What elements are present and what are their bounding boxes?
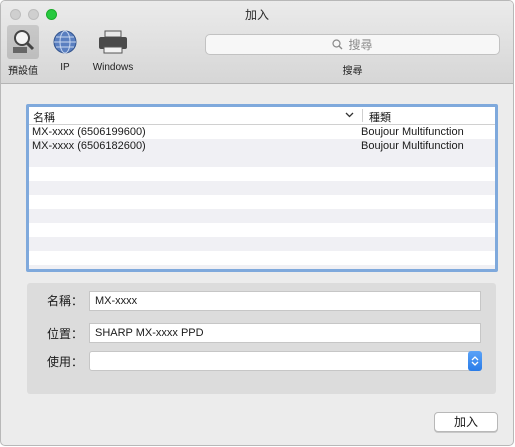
- name-label: 名稱：: [46, 294, 83, 308]
- printer-kind-cell: Boujour Multifunction: [361, 126, 464, 138]
- add-printer-window: 加入 預設值 IP Windows 搜尋 搜尋 名稱 種類 MX-xxxx (6…: [0, 0, 514, 446]
- table-row[interactable]: MX-xxxx (6506199600) Boujour Multifuncti…: [29, 125, 495, 139]
- search-placeholder: 搜尋: [348, 38, 373, 52]
- use-label: 使用：: [46, 355, 83, 369]
- add-button[interactable]: 加入: [434, 412, 498, 432]
- tab-ip[interactable]: IP: [49, 25, 81, 73]
- tab-ip-label: IP: [60, 62, 70, 73]
- column-divider[interactable]: [362, 109, 363, 122]
- location-label: 位置：: [46, 327, 83, 341]
- search-icon: [332, 39, 343, 50]
- use-select[interactable]: [89, 351, 482, 371]
- list-header: 名稱 種類: [29, 107, 495, 125]
- printer-name-cell: MX-xxxx (6506182600): [32, 140, 146, 152]
- name-field[interactable]: MX-xxxx: [89, 291, 481, 311]
- toolbar: 加入 預設值 IP Windows 搜尋 搜尋: [1, 1, 513, 84]
- tab-windows-label: Windows: [92, 62, 134, 73]
- column-header-name[interactable]: 名稱: [33, 109, 55, 125]
- chevron-down-icon[interactable]: [345, 110, 354, 122]
- printer-name-cell: MX-xxxx (6506199600): [32, 126, 146, 138]
- window-title: 加入: [244, 8, 269, 22]
- tab-default-label: 預設值: [8, 66, 38, 77]
- table-row[interactable]: MX-xxxx (6506182600) Boujour Multifuncti…: [29, 139, 495, 153]
- use-row: 使用：: [27, 353, 83, 370]
- search-caption: 搜尋: [342, 66, 363, 77]
- select-arrows-icon[interactable]: [468, 351, 482, 371]
- printer-details-form: 名稱： MX-xxxx 位置： SHARP MX-xxxx PPD 使用：: [27, 283, 496, 394]
- windows-printer-icon: [87, 25, 139, 59]
- location-field[interactable]: SHARP MX-xxxx PPD: [89, 323, 481, 343]
- column-header-kind[interactable]: 種類: [369, 109, 391, 125]
- default-printer-icon: [7, 25, 39, 59]
- search-field[interactable]: 搜尋: [205, 34, 500, 55]
- globe-icon: [49, 25, 81, 59]
- empty-rows: [29, 153, 495, 269]
- printer-kind-cell: Boujour Multifunction: [361, 140, 464, 152]
- tab-windows[interactable]: Windows: [87, 25, 139, 73]
- printer-list[interactable]: 名稱 種類 MX-xxxx (6506199600) Boujour Multi…: [26, 104, 498, 272]
- name-row: 名稱：: [27, 292, 83, 309]
- tab-default[interactable]: 預設值: [3, 25, 43, 77]
- location-row: 位置：: [27, 325, 83, 342]
